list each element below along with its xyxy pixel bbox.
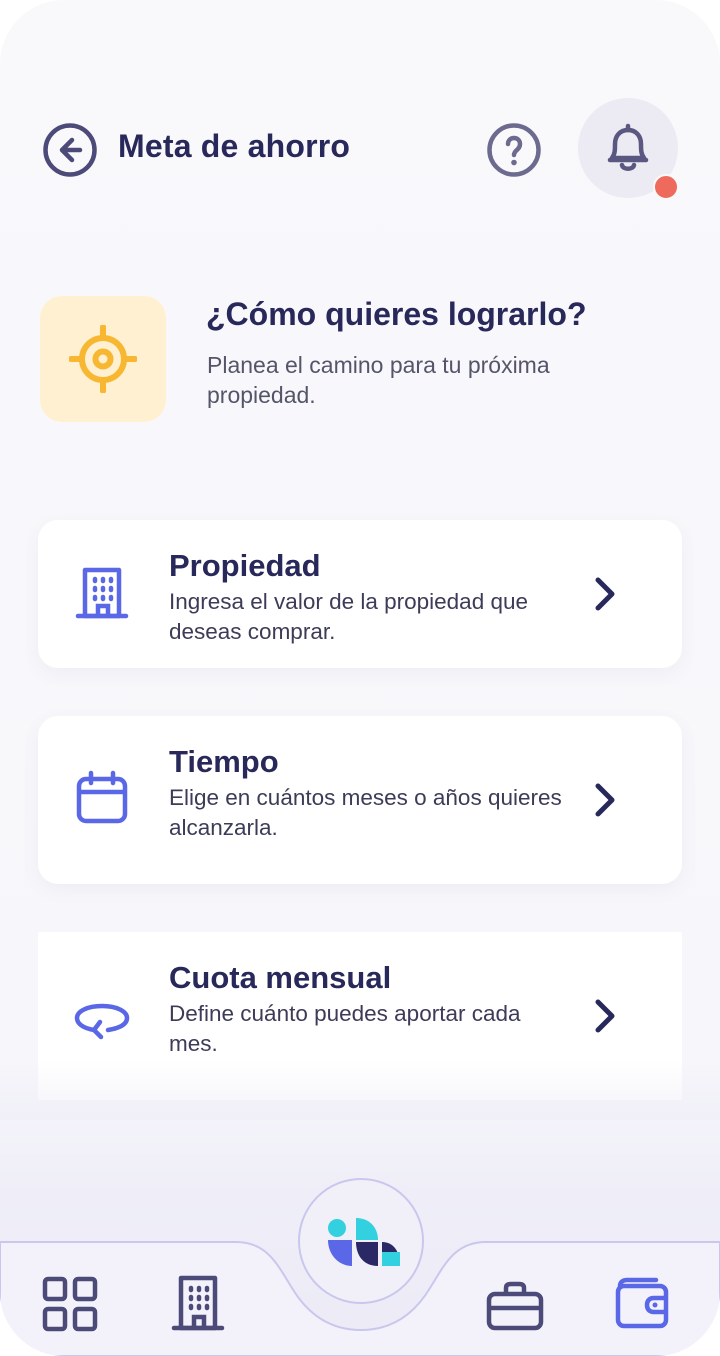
option-title: Tiempo [169,744,279,779]
option-title: Cuota mensual [169,960,392,995]
notification-badge [653,174,679,200]
option-card-tiempo[interactable]: Tiempo Elige en cuántos meses o años qui… [38,716,682,884]
home-brand-button[interactable] [298,1178,424,1304]
intro-subtitle: Planea el camino para tu próxima propied… [207,352,550,408]
option-description: Elige en cuántos meses o años quieres al… [169,785,562,840]
briefcase-icon[interactable] [486,1280,544,1332]
arrow-left-circle-icon [43,123,97,177]
brand-logo-icon [328,1218,400,1266]
goal-icon-tile [40,296,166,422]
option-title: Propiedad [169,548,321,583]
option-card-propiedad[interactable]: Propiedad Ingresa el valor de la propied… [38,520,682,668]
help-button[interactable] [486,122,542,178]
phone-screen: Meta de ahorro ¿Cómo quieres lograrlo? P… [0,0,720,1356]
scroll-fade [0,1060,720,1120]
option-description: Define cuánto puedes aportar cada mes. [169,1001,521,1056]
chevron-right-icon [595,783,615,817]
recurring-arrow-icon [74,1003,130,1040]
building-icon [75,567,129,619]
page-title: Meta de ahorro [118,128,351,164]
back-button[interactable] [42,122,98,178]
chevron-right-icon [595,577,615,611]
target-icon [69,325,137,393]
intro-title: ¿Cómo quieres lograrlo? [206,296,587,332]
question-circle-icon [487,123,541,177]
building-icon[interactable] [170,1274,226,1332]
grid-icon[interactable] [42,1276,98,1332]
chevron-right-icon [595,999,615,1033]
calendar-icon [76,770,128,824]
top-bar: Meta de ahorro [0,98,720,198]
wallet-icon[interactable] [614,1276,672,1330]
option-description: Ingresa el valor de la propiedad que des… [169,589,529,644]
bottom-navigation [0,1170,720,1356]
bell-icon [607,123,649,171]
